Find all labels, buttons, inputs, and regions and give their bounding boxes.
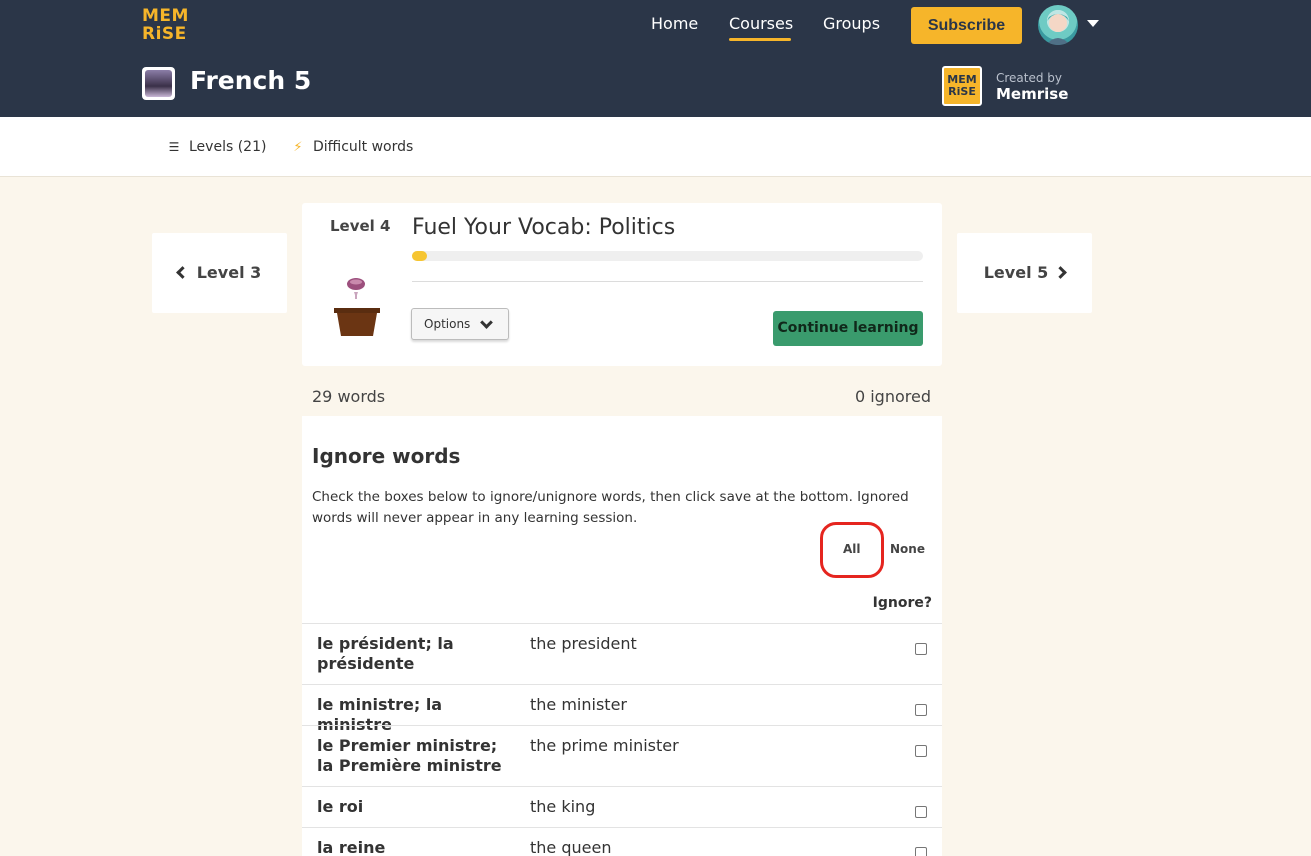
course-thumbnail (142, 67, 175, 100)
ignored-count: 0 ignored (854, 387, 931, 406)
level-progress-fill (412, 251, 427, 261)
created-by-label: Created by (996, 71, 1063, 85)
level-progress-bar (412, 251, 923, 261)
list-icon: ☰ (168, 140, 180, 154)
nav-home[interactable]: Home (651, 14, 698, 33)
level-card: Level 4 Fuel Your Vocab: Politics Option… (302, 203, 942, 366)
levels-link[interactable]: ☰ Levels (21) (167, 139, 267, 155)
select-none-link[interactable]: None (890, 542, 925, 556)
word-english: the minister (530, 695, 627, 714)
ignore-checkbox[interactable] (915, 806, 927, 818)
next-level-button[interactable]: Level 5 (957, 233, 1092, 313)
word-row: le président; la présidente the presiden… (302, 623, 942, 684)
top-header: MEM RiSE Home Courses Groups Subscribe F… (0, 0, 1311, 117)
logo-text-top: MEM (142, 6, 189, 26)
account-menu-caret-icon[interactable] (1087, 20, 1099, 27)
word-english: the queen (530, 838, 612, 856)
ignore-checkbox[interactable] (915, 745, 927, 757)
word-list: le président; la présidente the presiden… (302, 623, 942, 856)
word-count: 29 words (312, 387, 386, 406)
chevron-left-icon (175, 265, 189, 279)
lightning-icon: ⚡ (293, 140, 303, 155)
word-french: le Premier ministre; la Première ministr… (317, 736, 502, 775)
ignore-checkbox[interactable] (915, 704, 927, 716)
active-nav-underline (729, 38, 791, 41)
levels-link-label: Levels (21) (189, 139, 267, 155)
next-level-label: Level 5 (983, 263, 1049, 282)
word-french: la reine (317, 838, 386, 856)
word-row: le Premier ministre; la Première ministr… (302, 725, 942, 786)
nav-courses[interactable]: Courses (729, 14, 794, 41)
continue-learning-button[interactable]: Continue learning (773, 311, 923, 346)
word-row: la reine the queen (302, 827, 942, 856)
previous-level-label: Level 3 (196, 263, 262, 282)
memrise-logo[interactable]: MEM RiSE (142, 6, 189, 45)
ignore-checkbox[interactable] (915, 847, 927, 856)
word-english: the king (530, 797, 596, 816)
course-subnav: ☰ Levels (21) ⚡ Difficult words (0, 117, 1311, 177)
logo-text-bottom: RiSE (142, 24, 187, 44)
ignore-words-panel: Ignore words Check the boxes below to ig… (302, 416, 942, 856)
nav-groups[interactable]: Groups (823, 14, 880, 33)
options-label: Options (424, 317, 471, 331)
word-french: le roi (317, 797, 364, 816)
chevron-right-icon (1054, 265, 1068, 279)
options-dropdown[interactable]: Options (411, 308, 509, 340)
ignore-column-header: Ignore? (872, 595, 932, 611)
level-number: Level 4 (330, 217, 391, 235)
user-avatar[interactable] (1038, 5, 1078, 45)
plant-seed-icon (334, 278, 380, 336)
word-row: le ministre; la ministre the minister (302, 684, 942, 734)
select-all-link[interactable]: All (843, 542, 861, 556)
word-french: le président; la présidente (317, 634, 454, 673)
ignore-words-heading: Ignore words (312, 444, 461, 468)
difficult-words-link[interactable]: ⚡ Difficult words (291, 139, 413, 155)
word-row: le roi the king (302, 786, 942, 827)
creator-name[interactable]: Memrise (996, 85, 1068, 103)
nav-courses-label: Courses (729, 14, 794, 33)
previous-level-button[interactable]: Level 3 (152, 233, 287, 313)
ignore-checkbox[interactable] (915, 643, 927, 655)
word-english: the president (530, 634, 637, 653)
level-title: Fuel Your Vocab: Politics (412, 215, 676, 240)
course-title: French 5 (190, 66, 312, 95)
creator-logo-bottom: RiSE (948, 85, 976, 98)
word-english: the prime minister (530, 736, 679, 755)
difficult-words-label: Difficult words (313, 139, 414, 155)
subscribe-button[interactable]: Subscribe (911, 7, 1022, 44)
creator-logo: MEM RiSE (942, 66, 982, 106)
divider (412, 281, 923, 282)
chevron-down-icon (480, 316, 493, 329)
avatar-face-icon (1046, 14, 1070, 45)
